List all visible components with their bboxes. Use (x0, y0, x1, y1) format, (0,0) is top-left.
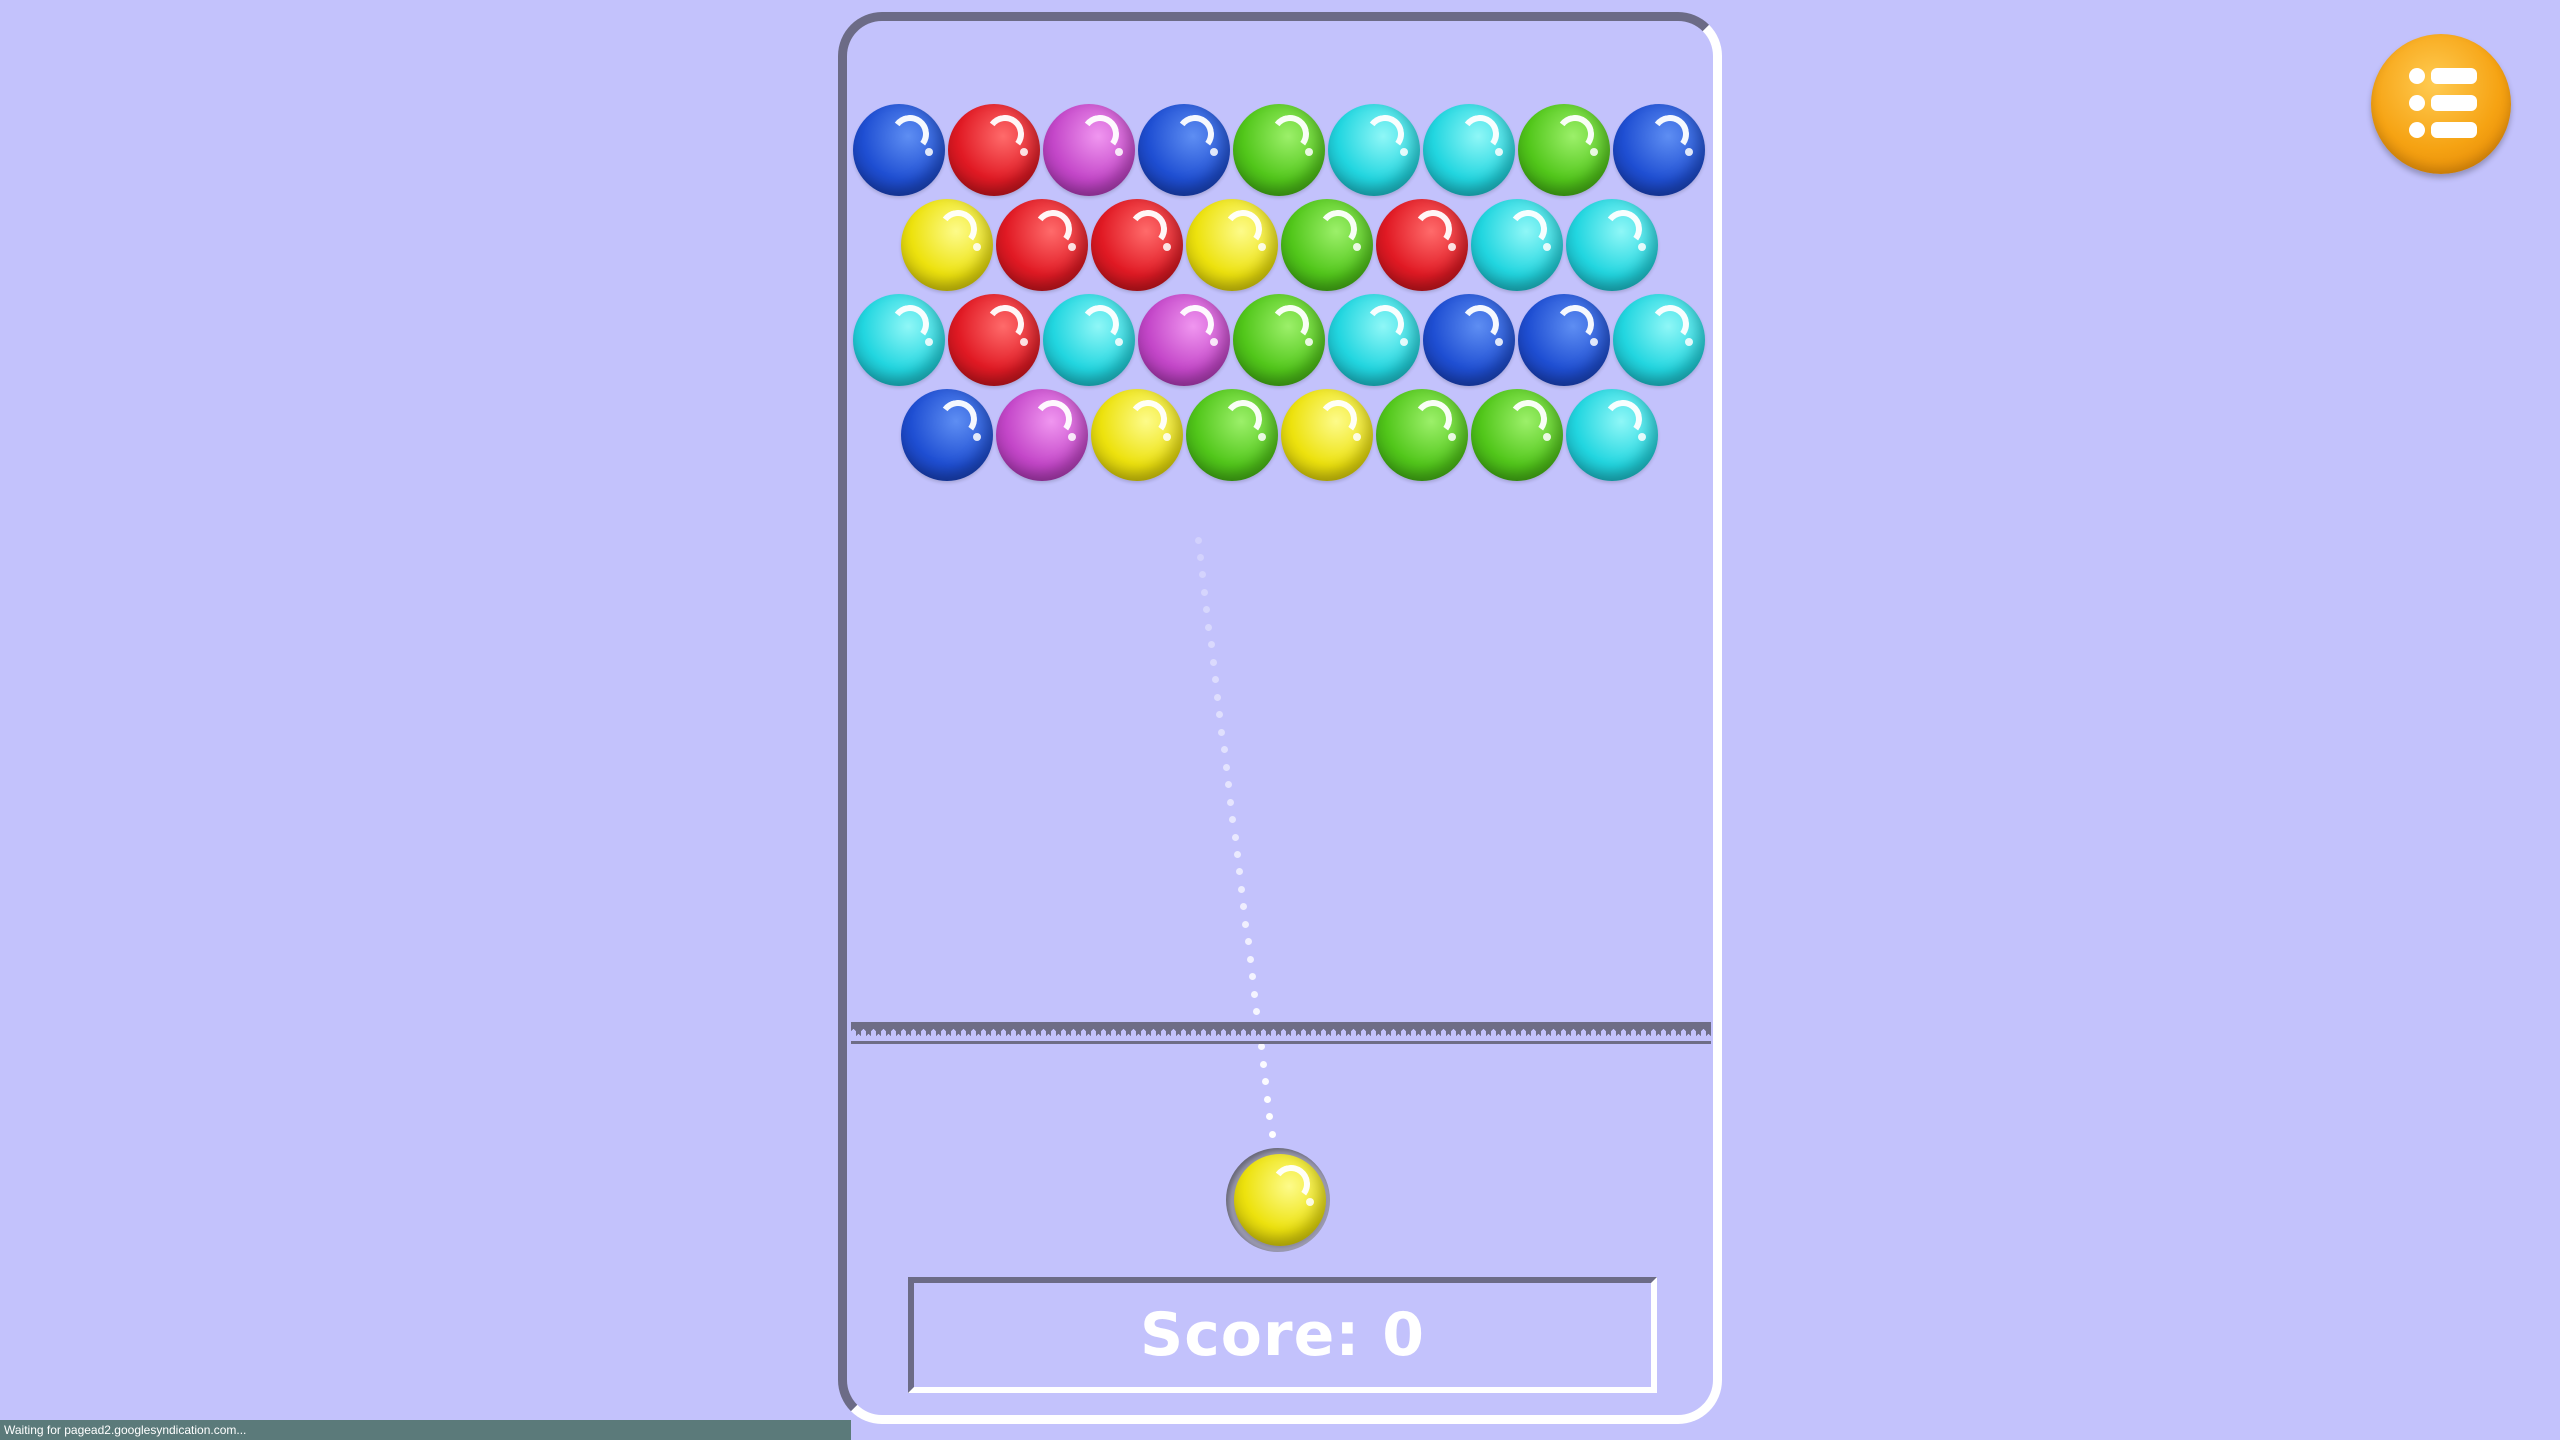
bubble-red (948, 294, 1040, 386)
bubble-cyan (1565, 199, 1658, 291)
list-menu-icon (2409, 68, 2477, 140)
bubble-green (1233, 294, 1325, 386)
bubble-green (1280, 199, 1373, 291)
score-label: Score: 0 (1140, 1300, 1425, 1370)
shooter-bubble[interactable] (1234, 1154, 1326, 1246)
bubble-blue (900, 389, 993, 481)
aim-dot (1238, 885, 1246, 893)
aim-dot (1209, 658, 1217, 666)
bubble-green (1375, 389, 1468, 481)
aim-dot (1214, 693, 1222, 701)
aim-dot (1251, 990, 1259, 998)
bubble-red (1375, 199, 1468, 291)
bubble-magenta (1043, 104, 1135, 196)
aim-dot (1259, 1060, 1267, 1068)
bubble-magenta (995, 389, 1088, 481)
aim-dot (1194, 536, 1202, 544)
aim-dot (1246, 955, 1254, 963)
bubble-cyan (1328, 104, 1420, 196)
browser-status-bar: Waiting for pagead2.googlesyndication.co… (0, 1420, 851, 1440)
aim-dot (1244, 938, 1252, 946)
bubble-green (1518, 104, 1610, 196)
aim-dot (1224, 781, 1232, 789)
bubble-magenta (1138, 294, 1230, 386)
bubble-cyan (1613, 294, 1705, 386)
aim-dot (1231, 833, 1239, 841)
bubble-green (1470, 389, 1563, 481)
bubble-yellow (1090, 389, 1183, 481)
bubble-yellow (900, 199, 993, 291)
aim-dot (1227, 798, 1235, 806)
bubble-cyan (1328, 294, 1420, 386)
danger-line (851, 1022, 1711, 1044)
bubble-cyan (1565, 389, 1658, 481)
bubble-cyan (1423, 104, 1515, 196)
bubble-cyan (1470, 199, 1563, 291)
aim-dot (1264, 1095, 1272, 1103)
score-panel: Score: 0 (908, 1277, 1657, 1393)
bubble-red (995, 199, 1088, 291)
aim-dot (1196, 553, 1204, 561)
bubble-blue (1613, 104, 1705, 196)
aim-dot (1201, 588, 1209, 596)
bubble-blue (853, 104, 945, 196)
aim-dot (1220, 746, 1228, 754)
bubble-blue (1138, 104, 1230, 196)
bubble-blue (1518, 294, 1610, 386)
bubble-yellow (1185, 199, 1278, 291)
bubble-yellow (1280, 389, 1373, 481)
bubble-cyan (1043, 294, 1135, 386)
aim-dot (1257, 1043, 1265, 1051)
bubble-red (1090, 199, 1183, 291)
aim-dot (1268, 1130, 1276, 1138)
game-stage[interactable]: Score: 0 Waiting for pagead2.googlesyndi… (0, 0, 2560, 1440)
aim-dot (1207, 641, 1215, 649)
menu-button[interactable] (2371, 34, 2511, 174)
bubble-green (1233, 104, 1325, 196)
bubble-blue (1423, 294, 1515, 386)
aim-dot (1233, 850, 1241, 858)
bubble-cyan (853, 294, 945, 386)
aim-dot (1261, 1078, 1269, 1086)
aim-dot (1222, 763, 1230, 771)
bubble-red (948, 104, 1040, 196)
bubble-green (1185, 389, 1278, 481)
